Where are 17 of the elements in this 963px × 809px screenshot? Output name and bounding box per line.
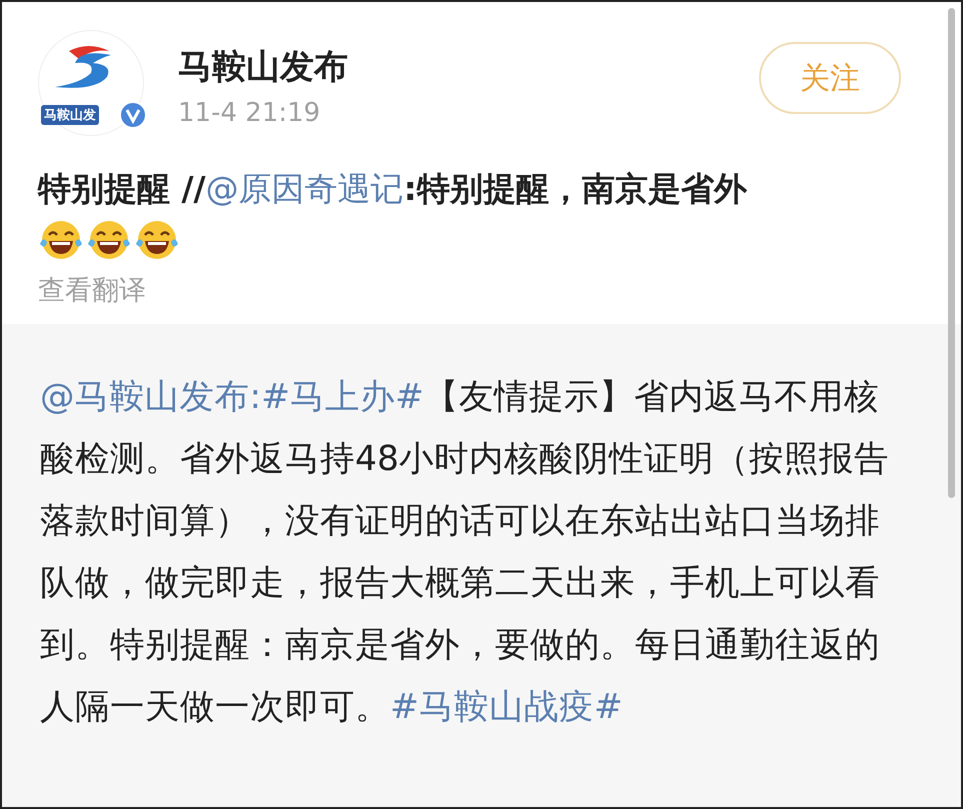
verified-badge-icon	[119, 101, 147, 129]
link[interactable]: #马鞍山战疫#	[390, 687, 623, 727]
laughing-crying-emoji-icon	[38, 218, 84, 262]
link[interactable]: @原因奇遇记	[206, 169, 404, 208]
link[interactable]: @马鞍山发布:	[40, 377, 262, 417]
repost-text: @马鞍山发布:#马上办#【友情提示】省内返马不用核酸检测。省外返马持48小时内核酸阴性证明（按照报告落款时间算），没有证明的话可以在东站出站口当场排队做，做完即走，报告大概第二天出来，手机上可以看到。特别提醒：南京是省外，要做的。每日通勤往返的人隔一天做一次即可。#马鞍山战疫#	[40, 376, 890, 729]
translate-link[interactable]: 查看翻译	[38, 272, 146, 308]
avatar[interactable]: 马鞍山发	[38, 30, 144, 136]
author-name[interactable]: 马鞍山发布	[178, 44, 725, 90]
follow-button[interactable]: 关注	[759, 42, 901, 114]
avatar-text: 马鞍山发	[41, 105, 99, 125]
post-time: 11-4 21:19	[178, 98, 322, 128]
laughing-crying-emoji-icon	[86, 218, 132, 262]
post-text: 特别提醒 //@原因奇遇记:特别提醒，南京是省外	[38, 168, 748, 210]
laughing-crying-emoji-icon	[134, 218, 180, 262]
scrollbar[interactable]	[948, 8, 955, 498]
link[interactable]: #马上办#	[261, 377, 424, 417]
